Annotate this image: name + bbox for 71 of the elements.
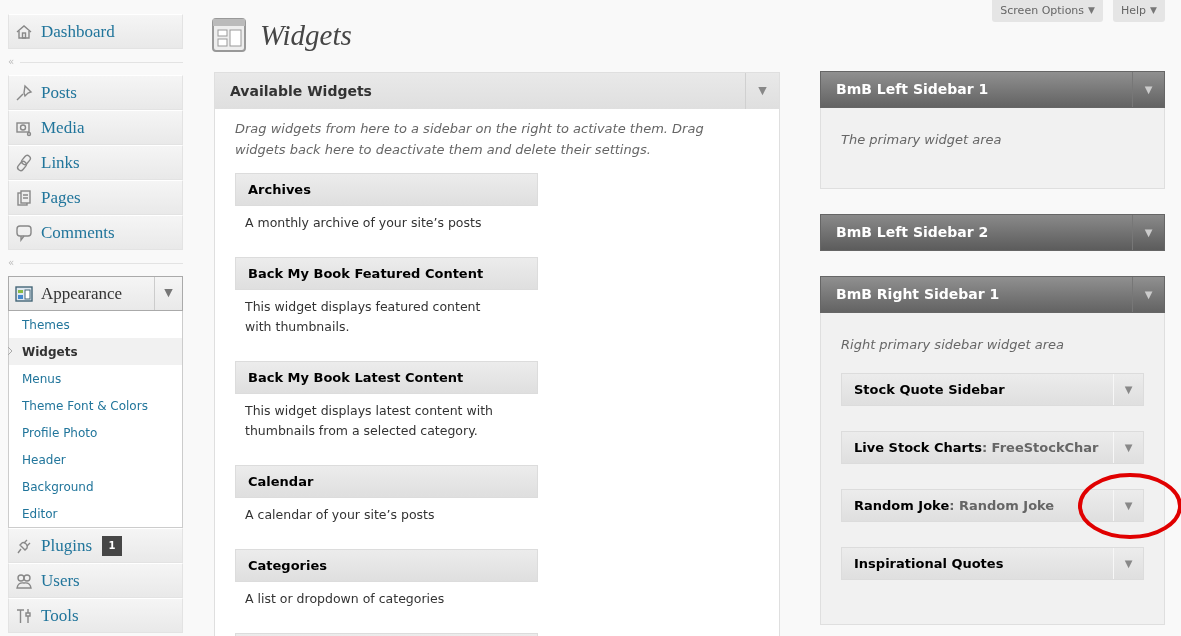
widget-item[interactable]: Calendar (235, 465, 538, 498)
widget-item[interactable]: Back My Book Latest Content (235, 361, 538, 394)
nav-menu-item[interactable]: Appearance ▼ (8, 276, 183, 311)
nav-label: Tools (41, 604, 79, 627)
widget-item[interactable]: Stock Quote Sidebar ▼ (841, 373, 1144, 406)
submenu-item[interactable]: Editor (9, 500, 182, 527)
expand-toggle[interactable]: ▼ (1113, 432, 1143, 463)
nav-label: Links (41, 151, 80, 174)
widget-description: This widget displays featured content with thumbnails. (244, 298, 482, 336)
sidebar-title: BmB Left Sidebar 1 (836, 80, 989, 99)
widget-item[interactable]: Live Stock Charts: FreeStockChar ▼ (841, 431, 1144, 464)
submenu-toggle[interactable]: ▼ (154, 277, 182, 310)
nav-label: Comments (41, 221, 115, 244)
widget-description: A list or dropdown of categories (244, 590, 446, 608)
nav-menu-item[interactable]: Links (8, 145, 183, 180)
submenu-item[interactable]: Theme Font & Colors (9, 392, 182, 419)
widget-title: Inspirational Quotes (853, 554, 1005, 573)
panel-description: Drag widgets from here to a sidebar on the right to activate them. Drag widgets back here to deactivate them and delete their settings. (235, 120, 705, 159)
nav-menu-item[interactable]: Posts (8, 75, 183, 110)
widget-title: Live Stock Charts: FreeStockChar (853, 438, 1100, 457)
nav-label: Users (41, 569, 80, 592)
collapse-toggle[interactable]: ▼ (745, 73, 779, 109)
nav-menu-item[interactable]: Media (8, 110, 183, 145)
sidebar-description: Right primary sidebar widget area (841, 336, 1065, 354)
help-button[interactable]: Help ▼ (1113, 0, 1165, 22)
widget-item[interactable]: Inspirational Quotes ▼ (841, 547, 1144, 580)
nav-menu-item[interactable]: Dashboard (8, 14, 183, 49)
sidebar-header[interactable]: BmB Right Sidebar 1 ▼ (820, 276, 1165, 313)
expand-toggle[interactable]: ▼ (1113, 374, 1143, 405)
collapse-toggle[interactable]: ▼ (1132, 215, 1164, 250)
sidebar-title: BmB Right Sidebar 1 (836, 285, 1000, 304)
submenu-item[interactable]: Themes (9, 311, 182, 338)
update-count: 1 (102, 535, 123, 556)
sidebar-description: The primary widget area (841, 131, 1003, 149)
widget-item[interactable]: Archives (235, 173, 538, 206)
nav-label: Appearance (41, 282, 123, 305)
nav-label: Dashboard (41, 20, 115, 43)
nav-menu-item[interactable]: Pages (8, 180, 183, 215)
caret-icon: ▼ (1150, 4, 1157, 18)
nav-menu-item[interactable]: Tools (8, 598, 183, 633)
submenu-item[interactable]: Header (9, 446, 182, 473)
nav-menu-item[interactable]: Comments (8, 215, 183, 250)
widget-description: This widget displays latest content with thumbnails from a selected category. (244, 402, 494, 440)
submenu-item[interactable]: Profile Photo (9, 419, 182, 446)
caret-icon: ▼ (1088, 4, 1095, 18)
widget-item[interactable]: Random Joke: Random Joke ▼ (841, 489, 1144, 522)
sidebar-title: BmB Left Sidebar 2 (836, 223, 989, 242)
page-title: Widgets (260, 20, 352, 50)
submenu-item[interactable]: Widgets (9, 338, 182, 365)
nav-label: Plugins (41, 534, 93, 557)
widget-description: A monthly archive of your site’s posts (244, 214, 483, 232)
sidebar-header[interactable]: BmB Left Sidebar 2 ▼ (820, 214, 1165, 251)
nav-label: Pages (41, 186, 81, 209)
nav-menu-item[interactable]: Users (8, 563, 183, 598)
widget-description: A calendar of your site’s posts (244, 506, 436, 524)
widget-title: Random Joke: Random Joke (853, 496, 1056, 515)
expand-toggle[interactable]: ▼ (1113, 490, 1143, 521)
widget-item[interactable]: Back My Book Featured Content (235, 257, 538, 290)
screen-options-button[interactable]: Screen Options ▼ (992, 0, 1103, 22)
collapse-toggle[interactable]: ▼ (1132, 72, 1164, 107)
sidebar-header[interactable]: BmB Left Sidebar 1 ▼ (820, 71, 1165, 108)
submenu-item[interactable]: Menus (9, 365, 182, 392)
submenu-item[interactable]: Background (9, 473, 182, 500)
collapse-toggle[interactable]: ▼ (1132, 277, 1164, 312)
panel-title: Available Widgets (230, 81, 372, 101)
widget-item[interactable]: Categories (235, 549, 538, 582)
nav-menu-item[interactable]: Plugins 1 (8, 528, 183, 563)
expand-toggle[interactable]: ▼ (1113, 548, 1143, 579)
nav-label: Media (41, 116, 85, 139)
nav-label: Posts (41, 81, 77, 104)
widget-title: Stock Quote Sidebar (853, 380, 1006, 399)
